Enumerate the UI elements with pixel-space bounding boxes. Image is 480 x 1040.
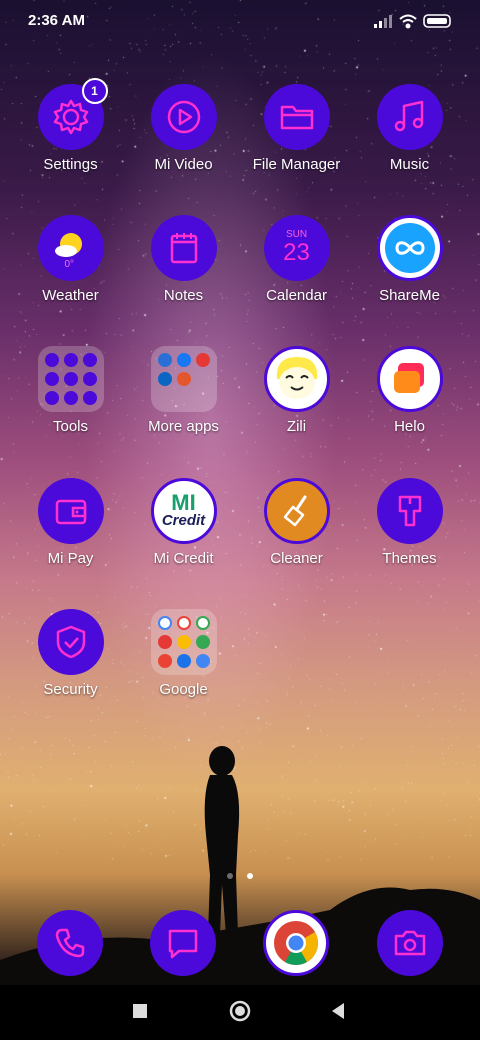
notepad-icon bbox=[170, 233, 197, 264]
app-calendar[interactable]: SUN 23 Calendar bbox=[240, 197, 353, 317]
app-weather[interactable]: 0° Weather bbox=[14, 197, 127, 317]
page-dot bbox=[226, 873, 233, 879]
app-security[interactable]: Security bbox=[14, 591, 127, 711]
app-label: Google bbox=[159, 681, 208, 698]
app-label: Notes bbox=[163, 287, 204, 304]
logo-text-bottom: Credit bbox=[161, 512, 206, 529]
dock-camera[interactable] bbox=[377, 910, 443, 976]
app-label: Helo bbox=[394, 418, 425, 435]
app-label: Weather bbox=[42, 287, 99, 304]
broom-icon bbox=[283, 495, 306, 527]
camera-icon bbox=[394, 930, 426, 956]
app-file-manager[interactable]: File Manager bbox=[240, 66, 353, 186]
app-label: Security bbox=[43, 681, 98, 698]
app-music[interactable]: Music bbox=[353, 66, 466, 186]
status-time: 2:36 AM bbox=[28, 12, 85, 29]
calendar-date: 23 bbox=[283, 239, 310, 266]
helo-chat-icon bbox=[393, 363, 424, 393]
chrome-icon bbox=[274, 921, 318, 965]
app-cleaner[interactable]: Cleaner bbox=[240, 460, 353, 580]
square-icon bbox=[133, 1004, 147, 1018]
zili-face-icon bbox=[276, 357, 317, 399]
app-label: Tools bbox=[52, 418, 89, 435]
app-more-apps-folder[interactable]: More apps bbox=[127, 328, 240, 448]
app-helo[interactable]: Helo bbox=[353, 328, 466, 448]
mi-credit-logo-icon: MI Credit bbox=[150, 478, 217, 544]
google-folder-icon bbox=[150, 609, 217, 675]
app-zili[interactable]: Zili bbox=[240, 328, 353, 448]
notification-badge: 1 bbox=[81, 78, 108, 104]
infinity-icon bbox=[384, 223, 435, 273]
recents-button[interactable] bbox=[126, 997, 154, 1025]
cellular-signal-icon bbox=[374, 15, 392, 28]
paintbrush-icon bbox=[398, 495, 421, 527]
triangle-back-icon bbox=[332, 1003, 344, 1019]
app-label: Music bbox=[389, 156, 430, 173]
app-label: Themes bbox=[382, 550, 437, 567]
page-indicator bbox=[0, 866, 480, 884]
app-mi-video[interactable]: Mi Video bbox=[127, 66, 240, 186]
wifi-icon bbox=[399, 14, 417, 29]
dock bbox=[0, 905, 480, 985]
app-label: ShareMe bbox=[379, 287, 440, 304]
app-label: Zili bbox=[286, 418, 307, 435]
app-shareme[interactable]: ShareMe bbox=[353, 197, 466, 317]
play-icon bbox=[167, 100, 200, 134]
navigation-bar bbox=[0, 985, 480, 1040]
app-themes[interactable]: Themes bbox=[353, 460, 466, 580]
shield-check-icon bbox=[56, 625, 85, 659]
home-button[interactable] bbox=[226, 997, 254, 1025]
gear-icon bbox=[53, 99, 88, 135]
more-apps-folder-icon bbox=[150, 346, 217, 412]
page-dot-current bbox=[247, 873, 254, 879]
weather-temp: 0° bbox=[64, 259, 75, 270]
folder-icon bbox=[280, 105, 313, 130]
message-icon bbox=[168, 929, 198, 959]
dock-chrome[interactable] bbox=[263, 910, 329, 976]
app-mi-credit[interactable]: MI Credit Mi Credit bbox=[127, 460, 240, 580]
status-bar: 2:36 AM bbox=[0, 0, 480, 42]
app-label: Mi Video bbox=[154, 156, 213, 173]
app-mi-pay[interactable]: Mi Pay bbox=[14, 460, 127, 580]
app-label: Mi Credit bbox=[153, 550, 214, 567]
back-button[interactable] bbox=[324, 997, 352, 1025]
app-tools-folder[interactable]: Tools bbox=[14, 328, 127, 448]
app-label: More apps bbox=[148, 418, 219, 435]
app-google-folder[interactable]: Google bbox=[127, 591, 240, 711]
logo-text-top: MI bbox=[171, 490, 196, 515]
app-notes[interactable]: Notes bbox=[127, 197, 240, 317]
app-settings[interactable]: 1 Settings bbox=[14, 66, 127, 186]
circle-icon bbox=[229, 1000, 251, 1022]
app-label: File Manager bbox=[252, 156, 341, 173]
phone-icon bbox=[55, 928, 85, 958]
calendar-icon: SUN 23 bbox=[263, 215, 330, 281]
status-icons bbox=[374, 13, 454, 34]
battery-icon bbox=[423, 14, 451, 28]
wallet-icon bbox=[55, 499, 86, 525]
dock-phone[interactable] bbox=[37, 910, 103, 976]
music-note-icon bbox=[394, 100, 423, 132]
dock-messages[interactable] bbox=[150, 910, 216, 976]
app-label: Cleaner bbox=[270, 550, 323, 567]
app-label: Calendar bbox=[266, 287, 327, 304]
app-label: Settings bbox=[43, 156, 98, 173]
app-label: Mi Pay bbox=[47, 550, 94, 567]
tools-folder-icon bbox=[37, 346, 104, 412]
